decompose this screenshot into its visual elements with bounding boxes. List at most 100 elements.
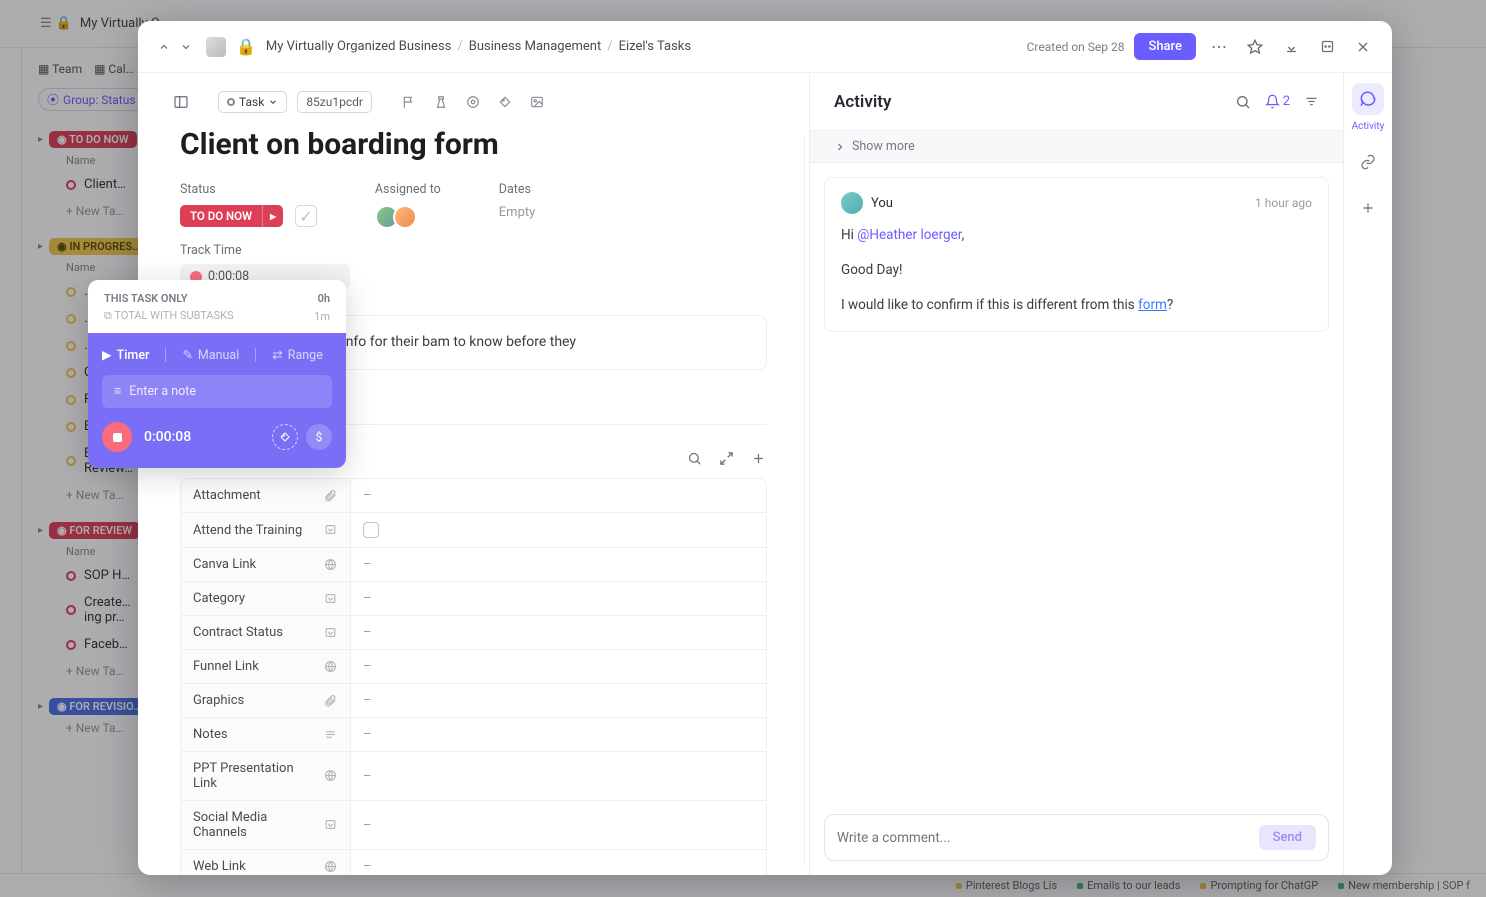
cf-name: Funnel Link [193,659,259,674]
crumb-workspace[interactable]: My Virtually Organized Business [266,39,451,54]
timer-tag-button[interactable] [272,424,298,450]
timer-stop-button[interactable] [102,422,132,452]
dates-value[interactable]: Empty [499,205,536,220]
status-next-button[interactable]: ▸ [262,205,283,227]
comment[interactable]: You 1 hour ago Hi @Heather loerger, Good… [824,177,1329,332]
timer-popover: THIS TASK ONLY 0h ⧉ TOTAL WITH SUBTASKS … [88,280,346,468]
cf-name: Attend the Training [193,523,302,538]
cf-name: Category [193,591,245,606]
custom-field-row[interactable]: Category – [181,582,766,616]
status-label: Status [180,182,317,197]
cf-add-button[interactable] [749,450,767,468]
custom-field-row[interactable]: Attend the Training [181,513,766,548]
timer-tab-range[interactable]: ⇄ Range [272,347,323,363]
breadcrumb: My Virtually Organized Business / Busine… [266,39,691,54]
cf-name: Contract Status [193,625,283,640]
custom-field-row[interactable]: Funnel Link – [181,650,766,684]
timer-note-input[interactable]: ≡ Enter a note [102,375,332,408]
note-icon: ≡ [114,384,121,399]
flag-icon[interactable] [398,91,420,113]
timer-billable-button[interactable]: $ [306,424,332,450]
cf-search-button[interactable] [685,450,703,468]
custom-field-row[interactable]: PPT Presentation Link – [181,752,766,801]
activity-show-more[interactable]: Show more [810,131,1343,163]
custom-field-row[interactable]: Web Link– [181,850,766,875]
cf-value[interactable]: – [363,769,372,784]
rail-activity-label: Activity [1352,121,1385,132]
mention[interactable]: @Heather loerger [857,227,961,243]
cf-value[interactable]: – [363,818,372,833]
image-icon[interactable] [526,91,548,113]
minimize-button[interactable] [1278,34,1304,60]
cf-type-icon [324,660,338,674]
cf-type-icon [324,523,338,537]
complete-toggle[interactable]: ✓ [295,205,317,227]
cf-value[interactable]: – [363,625,372,640]
custom-field-row[interactable]: Graphics – [181,684,766,718]
custom-field-row[interactable]: Social Media Channels – [181,801,766,850]
cf-type-icon [324,489,338,503]
comment-link[interactable]: form [1138,297,1167,313]
tag-icon[interactable] [494,91,516,113]
cf-type-icon [324,818,338,832]
task-id[interactable]: 85zu1pcdr [297,91,372,113]
close-button[interactable] [1350,34,1376,60]
custom-field-row[interactable]: Canva Link – [181,548,766,582]
cf-type-icon [324,592,338,606]
comment-input[interactable] [837,830,1259,846]
timer-tab-timer[interactable]: ▶ Timer [102,347,149,363]
cf-value[interactable]: – [363,859,372,874]
crumb-list[interactable]: Eizel's Tasks [619,39,692,54]
rail-add-button[interactable] [1352,192,1384,224]
share-button[interactable]: Share [1134,33,1196,60]
comment-body: Hi @Heather loerger, Good Day! I would l… [841,224,1312,317]
cf-type-icon [324,558,338,572]
custom-field-row[interactable]: Attachment– [181,479,766,513]
task-type-selector[interactable]: Task [218,91,287,113]
cf-value[interactable]: – [363,693,372,708]
comment-author-name: You [871,196,893,211]
custom-field-row[interactable]: Notes– [181,718,766,752]
cf-name: PPT Presentation Link [193,761,316,791]
created-date: Created on Sep 28 [1027,40,1125,54]
avatar[interactable] [393,205,417,229]
crumb-space[interactable]: Business Management [469,39,601,54]
cf-value[interactable]: – [363,557,372,572]
cf-value[interactable]: – [363,591,372,606]
checkbox-empty[interactable] [363,522,379,538]
cf-name: Canva Link [193,557,256,572]
avatar [841,192,863,214]
timer-subtask-label: ⧉ TOTAL WITH SUBTASKS [104,309,234,323]
activity-search-button[interactable] [1235,94,1251,110]
comment-time: 1 hour ago [1255,196,1312,210]
custom-field-row[interactable]: Contract Status – [181,616,766,650]
favorite-button[interactable] [1242,34,1268,60]
dates-label: Dates [499,182,536,197]
cf-value[interactable]: – [363,727,372,742]
cf-name: Graphics [193,693,244,708]
cf-value[interactable]: – [363,488,372,503]
rail-activity-button[interactable] [1352,83,1384,115]
panel-toggle-button[interactable] [170,91,192,113]
cf-expand-button[interactable] [717,450,735,468]
nav-prev-button[interactable] [154,37,174,57]
nav-next-button[interactable] [176,37,196,57]
task-title[interactable]: Client on boarding form [180,127,767,162]
timer-elapsed: 0:00:08 [144,429,191,445]
sprint-icon[interactable] [430,91,452,113]
more-menu-button[interactable]: ⋯ [1206,34,1232,60]
activity-filter-button[interactable] [1304,94,1319,109]
status-button[interactable]: TO DO NOW ▸ [180,205,283,227]
assignee-avatars[interactable] [375,205,441,229]
dependency-icon[interactable] [462,91,484,113]
send-button[interactable]: Send [1259,825,1316,850]
activity-notif-button[interactable]: 2 [1265,94,1290,109]
activity-title: Activity [834,92,891,112]
cf-type-icon [324,769,338,783]
timer-tab-manual[interactable]: ✎ Manual [182,347,239,363]
cf-value[interactable]: – [363,659,372,674]
expand-button[interactable] [1314,34,1340,60]
rail-link-button[interactable] [1352,146,1384,178]
timer-subtask-value: 1m [314,310,330,323]
cf-name: Social Media Channels [193,810,316,840]
